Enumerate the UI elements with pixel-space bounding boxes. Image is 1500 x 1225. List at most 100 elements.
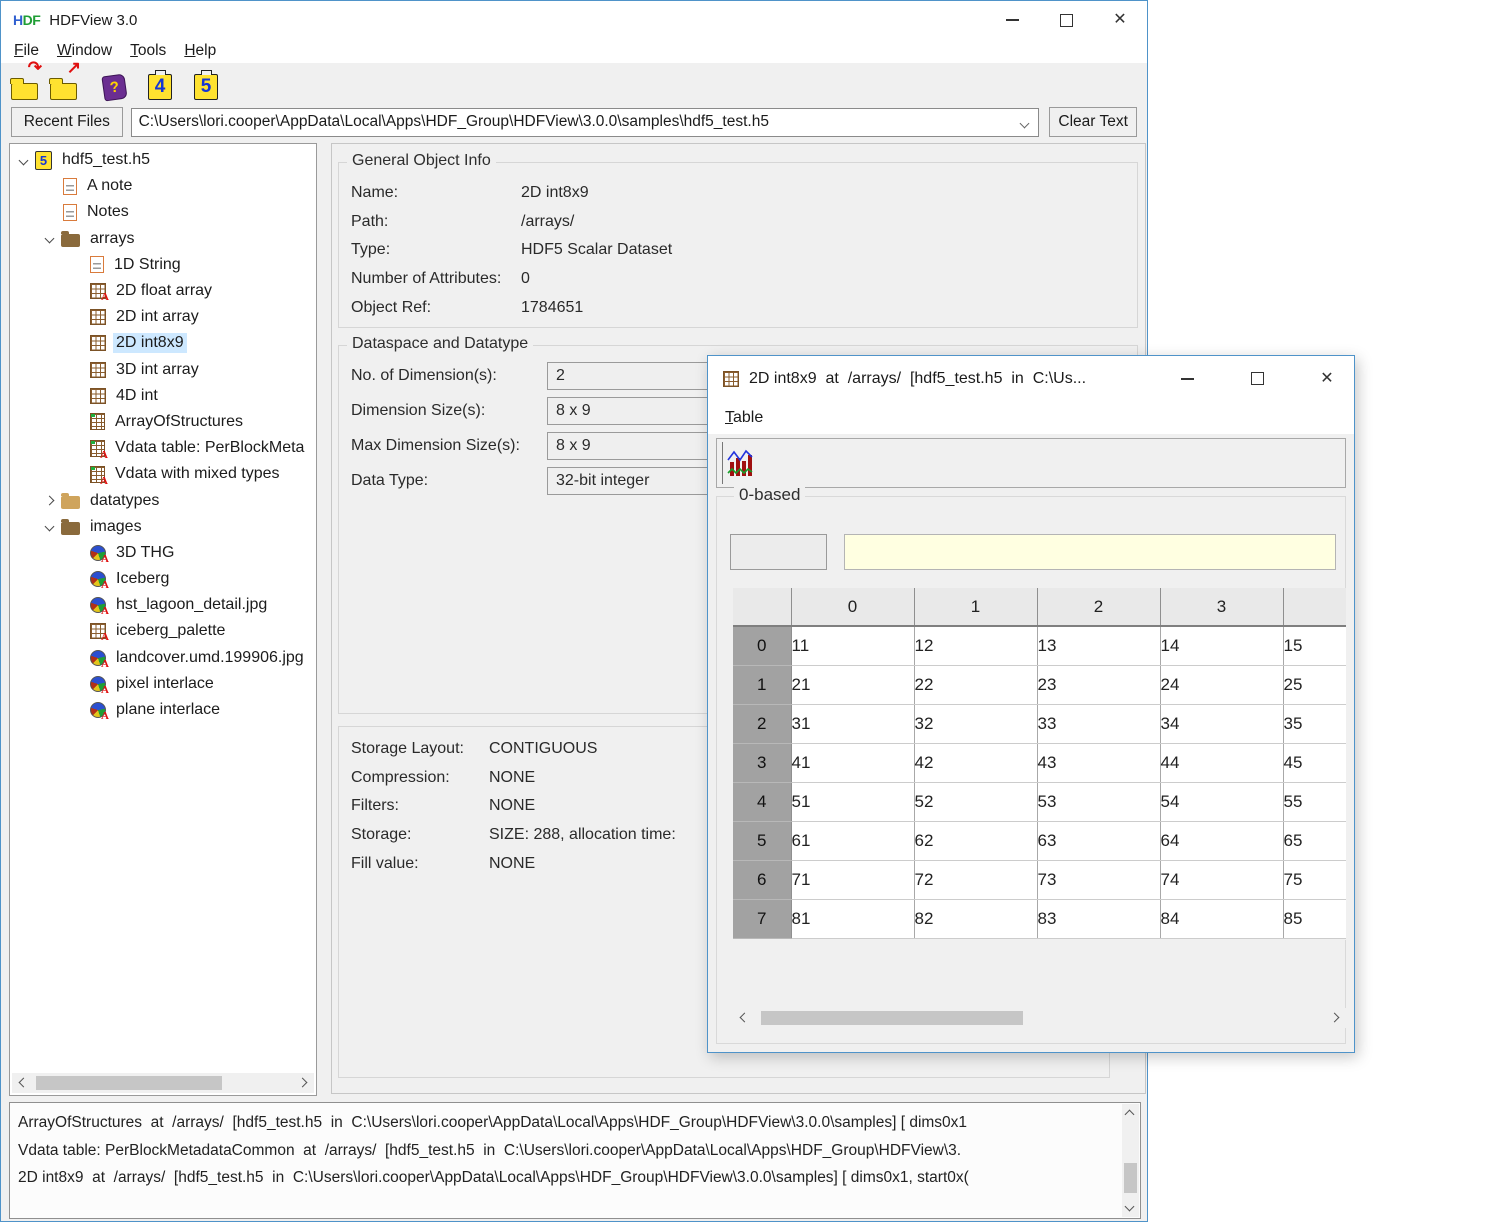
menu-help[interactable]: Help	[175, 42, 225, 60]
maximize-button[interactable]	[1057, 11, 1075, 29]
tree-item[interactable]: ArrayOfStructures	[10, 409, 316, 435]
column-header[interactable]: 1	[914, 588, 1037, 626]
table-cell[interactable]: 55	[1283, 782, 1346, 821]
table-cell[interactable]: 45	[1283, 743, 1346, 782]
table-cell[interactable]: 42	[914, 743, 1037, 782]
row-header[interactable]: 7	[733, 899, 791, 938]
table-cell[interactable]: 31	[791, 704, 914, 743]
table-cell[interactable]: 61	[791, 821, 914, 860]
open-file-button[interactable]: ↷	[11, 68, 38, 100]
tree-scrollbar-thumb[interactable]	[36, 1076, 222, 1090]
tree-item[interactable]: Notes	[10, 199, 316, 225]
tree-item[interactable]: Vdata table: PerBlockMeta	[10, 435, 316, 461]
tree-item[interactable]: 2D float array	[10, 278, 316, 304]
cell-reference-field[interactable]	[730, 534, 827, 570]
tree-item[interactable]: pixel interlace	[10, 671, 316, 697]
table-cell[interactable]: 73	[1037, 860, 1160, 899]
table-close-button[interactable]: ✕	[1318, 370, 1336, 388]
table-horizontal-scrollbar[interactable]	[733, 1008, 1346, 1028]
row-header[interactable]: 3	[733, 743, 791, 782]
table-cell[interactable]: 44	[1160, 743, 1283, 782]
cell-value-field[interactable]	[844, 534, 1336, 570]
tree-item[interactable]: 2D int8x9	[10, 330, 316, 356]
table-cell[interactable]: 83	[1037, 899, 1160, 938]
table-cell[interactable]: 71	[791, 860, 914, 899]
table-cell[interactable]: 11	[791, 626, 914, 665]
line-plot-button[interactable]	[722, 442, 758, 484]
log-vertical-scrollbar[interactable]	[1122, 1104, 1139, 1217]
scroll-right-icon[interactable]	[298, 1078, 308, 1088]
scroll-down-icon[interactable]	[1125, 1202, 1135, 1212]
hdf4-library-button[interactable]: 4	[138, 68, 172, 100]
table-cell[interactable]: 21	[791, 665, 914, 704]
table-cell[interactable]: 82	[914, 899, 1037, 938]
tree-item[interactable]: plane interlace	[10, 697, 316, 723]
column-header[interactable]: 0	[791, 588, 914, 626]
tree-item[interactable]: 3D THG	[10, 540, 316, 566]
row-header[interactable]: 4	[733, 782, 791, 821]
scroll-left-icon[interactable]	[740, 1013, 750, 1023]
table-cell[interactable]: 74	[1160, 860, 1283, 899]
tree-item[interactable]: 1D String	[10, 252, 316, 278]
menu-table[interactable]: Table	[716, 409, 772, 427]
tree-expander-icon[interactable]	[45, 234, 55, 244]
tree-item[interactable]: 5hdf5_test.h5	[10, 147, 316, 173]
close-button[interactable]: ✕	[1111, 11, 1129, 29]
row-header[interactable]: 5	[733, 821, 791, 860]
table-cell[interactable]: 85	[1283, 899, 1346, 938]
tree-item[interactable]: 3D int array	[10, 357, 316, 383]
tree-item[interactable]: images	[10, 514, 316, 540]
recent-files-button[interactable]: Recent Files	[11, 107, 123, 137]
column-header[interactable]: 3	[1160, 588, 1283, 626]
table-cell[interactable]: 53	[1037, 782, 1160, 821]
table-cell[interactable]: 14	[1160, 626, 1283, 665]
tree-expander-icon[interactable]	[45, 522, 55, 532]
column-header[interactable]: 2	[1037, 588, 1160, 626]
table-cell[interactable]: 35	[1283, 704, 1346, 743]
table-cell[interactable]: 65	[1283, 821, 1346, 860]
table-cell[interactable]: 63	[1037, 821, 1160, 860]
table-cell[interactable]: 25	[1283, 665, 1346, 704]
close-file-button[interactable]: ↗	[50, 68, 77, 100]
tree-horizontal-scrollbar[interactable]	[12, 1073, 314, 1093]
file-path-combo[interactable]: C:\Users\lori.cooper\AppData\Local\Apps\…	[131, 108, 1040, 137]
table-corner-cell[interactable]	[733, 588, 791, 626]
tree-item[interactable]: 4D int	[10, 383, 316, 409]
combo-dropdown-icon[interactable]	[1020, 118, 1030, 128]
table-cell[interactable]: 64	[1160, 821, 1283, 860]
hdf5-library-button[interactable]: 5	[184, 68, 218, 100]
scroll-up-icon[interactable]	[1125, 1110, 1135, 1120]
table-cell[interactable]: 15	[1283, 626, 1346, 665]
table-cell[interactable]: 13	[1037, 626, 1160, 665]
table-cell[interactable]: 52	[914, 782, 1037, 821]
minimize-button[interactable]	[1003, 11, 1021, 29]
row-header[interactable]: 0	[733, 626, 791, 665]
tree-item[interactable]: arrays	[10, 226, 316, 252]
table-cell[interactable]: 75	[1283, 860, 1346, 899]
table-maximize-button[interactable]	[1248, 370, 1266, 388]
table-cell[interactable]: 22	[914, 665, 1037, 704]
table-cell[interactable]: 54	[1160, 782, 1283, 821]
tree-item[interactable]: datatypes	[10, 487, 316, 513]
table-cell[interactable]: 41	[791, 743, 914, 782]
menu-tools[interactable]: Tools	[121, 42, 175, 60]
row-header[interactable]: 1	[733, 665, 791, 704]
tree-item[interactable]: 2D int array	[10, 304, 316, 330]
tree-expander-icon[interactable]	[45, 496, 55, 506]
tree-item[interactable]: Iceberg	[10, 566, 316, 592]
scroll-right-icon[interactable]	[1330, 1013, 1340, 1023]
log-scrollbar-thumb[interactable]	[1124, 1163, 1137, 1193]
row-header[interactable]: 2	[733, 704, 791, 743]
table-cell[interactable]: 24	[1160, 665, 1283, 704]
table-cell[interactable]: 62	[914, 821, 1037, 860]
table-cell[interactable]: 72	[914, 860, 1037, 899]
tree-item[interactable]: iceberg_palette	[10, 618, 316, 644]
menu-window[interactable]: Window	[48, 42, 121, 60]
table-minimize-button[interactable]	[1178, 370, 1196, 388]
table-cell[interactable]: 81	[791, 899, 914, 938]
tree-item[interactable]: landcover.umd.199906.jpg	[10, 645, 316, 671]
tree-item[interactable]: A note	[10, 173, 316, 199]
row-header[interactable]: 6	[733, 860, 791, 899]
clear-text-button[interactable]: Clear Text	[1049, 107, 1137, 137]
table-cell[interactable]: 84	[1160, 899, 1283, 938]
